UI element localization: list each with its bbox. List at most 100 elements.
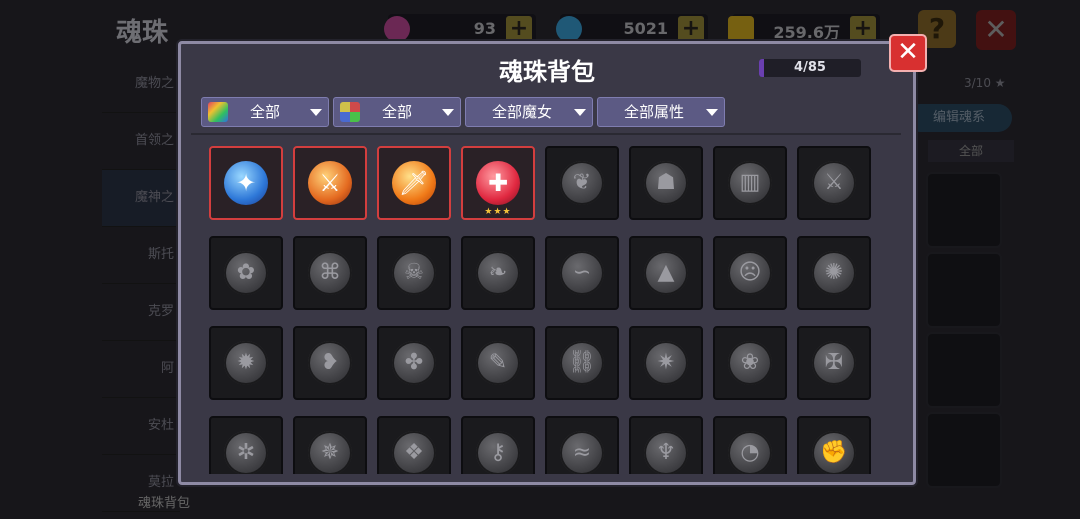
locked-orb-slot[interactable]: ▲ [629,236,703,310]
locked-orb-slot[interactable]: ✹ [209,326,283,400]
locked-lizard-icon: ≈ [560,431,604,474]
orb-glyph: ✚ [487,169,509,197]
soul-orb-slot[interactable]: ⚔ [293,146,367,220]
orb-glyph: ≈ [572,440,592,465]
orb-glyph: ✹ [236,350,256,375]
locked-clover-icon: ✤ [392,341,436,385]
locked-orb-slot[interactable]: ❖ [377,416,451,474]
locked-orb-slot[interactable]: ✎ [461,326,535,400]
capacity-text: 4/85 [794,60,826,75]
orb-glyph: ▥ [739,170,761,195]
locked-snake-icon: ∽ [560,251,604,295]
orb-glyph: ⚷ [489,440,507,465]
orb-glyph: ⌘ [319,260,341,285]
filter-witch-dropdown[interactable]: 全部魔女 [465,97,593,127]
locked-book-icon: ▥ [728,161,772,205]
locked-orb-slot[interactable]: ⚷ [461,416,535,474]
orb-glyph: ☗ [656,170,676,195]
locked-orb-slot[interactable]: ∽ [545,236,619,310]
locked-orb-slot[interactable]: ♆ [629,416,703,474]
locked-fist-icon: ✊ [812,431,856,474]
soul-orb-slot[interactable]: ✦ [209,146,283,220]
locked-orb-slot[interactable]: ✷ [629,326,703,400]
orb-glyph: ✎ [488,350,508,375]
locked-orb-slot[interactable]: ❦ [545,146,619,220]
locked-rune-icon: ⌘ [308,251,352,295]
orb-glyph: ∽ [572,260,592,285]
locked-orb-slot[interactable]: ✲ [209,416,283,474]
golden-sword-orb-icon: 🗡 [392,161,436,205]
locked-orb-slot[interactable]: ☹ [713,236,787,310]
locked-orb-slot[interactable]: ⌘ [293,236,367,310]
soul-orb-slot[interactable]: 🗡 [377,146,451,220]
filter-color-dropdown[interactable]: 全部 [333,97,461,127]
locked-cross-icon: ✠ [812,341,856,385]
close-button[interactable]: ✕ [889,34,927,72]
locked-gear-icon: ✹ [224,341,268,385]
locked-bat-icon: ♆ [644,431,688,474]
red-staff-orb-icon: ✚ [476,161,520,205]
locked-wave-icon: ◔ [728,431,772,474]
locked-chain-icon: ⛓ [560,341,604,385]
orb-glyph: ❥ [320,350,340,375]
orange-drill-orb-icon: ⚔ [308,161,352,205]
soul-orb-slot[interactable]: ✚ ★★★ [461,146,535,220]
capacity-fill [759,59,764,77]
filter-label: 全部魔女 [491,103,552,121]
locked-wand-icon: ✎ [476,341,520,385]
locked-vine-icon: ❀ [728,341,772,385]
orb-glyph: ▲ [657,260,675,285]
locked-claw-icon: ❦ [560,161,604,205]
soul-bag-modal: 魂珠背包 4/85 ✕ 全部 全部 全部魔女 全部属性 ✦ ⚔ 🗡 ✚ ★★★ ❦ ☗ ▥ ⚔ ✿… [178,34,927,485]
orb-glyph: ✿ [236,260,256,285]
locked-feather-icon: ❥ [308,341,352,385]
filter-label: 全部 [249,103,280,121]
locked-orb-slot[interactable]: ✠ [797,326,871,400]
orb-glyph: ✊ [820,440,848,465]
locked-witch-hat-icon: ▲ [644,251,688,295]
locked-orb-slot[interactable]: ✤ [377,326,451,400]
orb-glyph: ❧ [488,260,508,285]
locked-key-icon: ⚷ [476,431,520,474]
locked-orb-slot[interactable]: ✵ [293,416,367,474]
locked-orb-slot[interactable]: ✺ [797,236,871,310]
orb-glyph: ♆ [656,440,676,465]
locked-skull-icon: ☠ [392,251,436,295]
chevron-down-icon [706,109,718,116]
locked-beast-icon: ✺ [812,251,856,295]
blue-crystal-orb-icon: ✦ [224,161,268,205]
locked-orb-slot[interactable]: ⛓ [545,326,619,400]
locked-orb-slot[interactable]: ✊ [797,416,871,474]
locked-orb-slot[interactable]: ◔ [713,416,787,474]
orb-glyph: ✷ [656,350,676,375]
orb-glyph: ✤ [404,350,424,375]
soul-orb-grid: ✦ ⚔ 🗡 ✚ ★★★ ❦ ☗ ▥ ⚔ ✿ ⌘ ☠ ❧ ∽ ▲ ☹ ✺ ✹ ❥ ✤ ✎ ⛓ ✷ ❀ ✠ ✲ ✵ ❖ ⚷ ≈ ♆ ◔ ✊ [197,144,897,474]
locked-orb-slot[interactable]: ✿ [209,236,283,310]
divider [191,133,901,135]
orb-glyph: ☹ [738,260,762,285]
filter-attribute-dropdown[interactable]: 全部属性 [597,97,725,127]
filter-rarity-dropdown[interactable]: 全部 [201,97,329,127]
orb-glyph: ⚔ [319,169,341,197]
orb-glyph: ⚔ [824,170,844,195]
locked-orb-slot[interactable]: ☠ [377,236,451,310]
orb-glyph: ✲ [236,440,256,465]
locked-orb-slot[interactable]: ≈ [545,416,619,474]
locked-orb-slot[interactable]: ❧ [461,236,535,310]
filter-label: 全部属性 [623,103,684,121]
capacity-bar: 4/85 [759,59,861,77]
locked-orb-slot[interactable]: ▥ [713,146,787,220]
orb-glyph: ⛓ [568,350,596,375]
orb-glyph: ❀ [740,350,760,375]
chevron-down-icon [442,109,454,116]
locked-orb-slot[interactable]: ❀ [713,326,787,400]
chevron-down-icon [310,109,322,116]
locked-orb-slot[interactable]: ☗ [629,146,703,220]
locked-mask-icon: ☹ [728,251,772,295]
locked-crab-icon: ✲ [224,431,268,474]
chevron-down-icon [574,109,586,116]
four-color-grid-icon [340,102,360,122]
locked-orb-slot[interactable]: ⚔ [797,146,871,220]
locked-star-icon: ✷ [644,341,688,385]
locked-orb-slot[interactable]: ❥ [293,326,367,400]
